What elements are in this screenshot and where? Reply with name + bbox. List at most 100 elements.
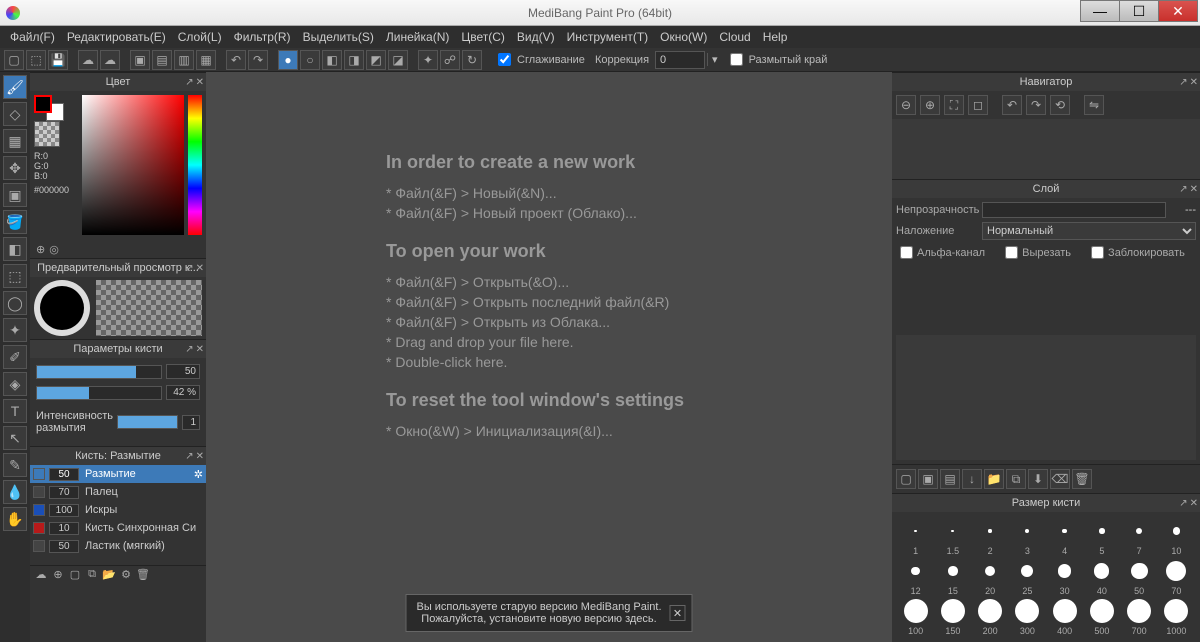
lock-checkbox[interactable]: Заблокировать (1091, 246, 1185, 259)
zoom-out-icon[interactable]: ⊖ (896, 95, 916, 115)
delete-brush-icon[interactable]: 🗑 (136, 568, 150, 582)
magic-wand-tool[interactable]: ✦ (3, 318, 27, 342)
divide-tool[interactable]: ✎ (3, 453, 27, 477)
cloud-sync-icon[interactable]: ☁ (78, 50, 98, 70)
notice-close-icon[interactable]: ✕ (670, 605, 686, 621)
cloud-open-icon[interactable]: ☁ (100, 50, 120, 70)
save-file-icon[interactable]: 💾 (48, 50, 68, 70)
snapping-icon[interactable]: ☍ (440, 50, 460, 70)
color-wheel-icon[interactable]: ⊕ (36, 243, 45, 256)
blur-intensity-slider[interactable] (117, 415, 178, 429)
transparency-swatch[interactable] (34, 121, 60, 147)
eraser-tool[interactable]: ◇ (3, 102, 27, 126)
new-layer-icon[interactable]: ▢ (896, 469, 916, 489)
brush-size-cell[interactable]: 25 (1010, 558, 1045, 596)
opacity-value[interactable]: 42 % (166, 385, 200, 400)
menu-item[interactable]: Линейка(N) (380, 28, 455, 46)
popout-icon[interactable]: ↗ (185, 344, 193, 355)
brush-size-cell[interactable]: 2 (973, 518, 1008, 556)
alpha-protect-checkbox[interactable]: Альфа-канал (900, 246, 985, 259)
menu-item[interactable]: Файл(F) (4, 28, 61, 46)
brush-size-cell[interactable]: 5 (1084, 518, 1119, 556)
popout-icon[interactable]: ↗ (1179, 77, 1187, 88)
rotate-cw-icon[interactable]: ↷ (1026, 95, 1046, 115)
move-tool[interactable]: ✥ (3, 156, 27, 180)
undo-icon[interactable]: ↶ (226, 50, 246, 70)
grid-icon[interactable]: ◧ (322, 50, 342, 70)
opacity-slider[interactable] (36, 386, 162, 400)
redo-icon[interactable]: ↷ (248, 50, 268, 70)
close-icon[interactable]: ✕ (1190, 184, 1198, 195)
menu-item[interactable]: Редактировать(E) (61, 28, 172, 46)
canvas-area[interactable]: In order to create a new work * Файл(&F)… (206, 72, 892, 642)
brush-size-cell[interactable]: 40 (1084, 558, 1119, 596)
close-icon[interactable]: ✕ (196, 344, 204, 355)
brush-size-cell[interactable]: 7 (1122, 518, 1157, 556)
hand-tool[interactable]: ✋ (3, 507, 27, 531)
correction-dropdown-icon[interactable]: ▾ (707, 53, 722, 66)
mesh-icon[interactable]: ◨ (344, 50, 364, 70)
menu-item[interactable]: Инструмент(T) (561, 28, 655, 46)
duplicate-brush-icon[interactable]: ⧉ (85, 568, 99, 582)
open-file-icon[interactable]: ⬚ (26, 50, 46, 70)
brush-size-cell[interactable]: 10 (1159, 518, 1194, 556)
size-value[interactable]: 50 (166, 364, 200, 379)
menu-item[interactable]: Цвет(C) (455, 28, 511, 46)
delete-layer-icon[interactable]: 🗑 (1072, 469, 1092, 489)
brush-size-cell[interactable]: 100 (898, 598, 933, 636)
menu-item[interactable]: Выделить(S) (297, 28, 380, 46)
pressure-icon[interactable]: ✦ (418, 50, 438, 70)
color-swatches[interactable] (34, 95, 66, 117)
brush-size-cell[interactable]: 30 (1047, 558, 1082, 596)
new-layer-8bit-icon[interactable]: ▣ (918, 469, 938, 489)
brush-size-cell[interactable]: 300 (1010, 598, 1045, 636)
brush-size-cell[interactable]: 12 (898, 558, 933, 596)
menu-item[interactable]: Фильтр(R) (228, 28, 297, 46)
clip-checkbox[interactable]: Вырезать (1005, 246, 1071, 259)
sv-picker[interactable] (82, 95, 184, 235)
dot-tool[interactable]: ▦ (3, 129, 27, 153)
rotate-ccw-icon[interactable]: ↶ (1002, 95, 1022, 115)
antialias-icon[interactable]: ● (278, 50, 298, 70)
navigator-preview[interactable] (892, 119, 1200, 179)
close-icon[interactable]: ✕ (196, 263, 204, 274)
text-tool[interactable]: T (3, 399, 27, 423)
select-lasso-tool[interactable]: ◯ (3, 291, 27, 315)
brush-size-cell[interactable]: 1 (898, 518, 933, 556)
ruler-icon[interactable]: ◪ (388, 50, 408, 70)
brush-tool[interactable]: 🖌 (3, 75, 27, 99)
cloud-brush-icon[interactable]: ☁ (34, 568, 48, 582)
correction-input[interactable] (655, 51, 705, 69)
brush-list-item[interactable]: 100Искры (30, 501, 206, 519)
layer-blend-select[interactable]: Нормальный (982, 222, 1196, 240)
close-icon[interactable]: ✕ (196, 451, 204, 462)
minimize-button[interactable]: — (1080, 0, 1120, 22)
team-icon[interactable]: ▥ (174, 50, 194, 70)
size-slider[interactable] (36, 365, 162, 379)
actual-size-icon[interactable]: ◻ (968, 95, 988, 115)
brush-list-item[interactable]: 70Палец (30, 483, 206, 501)
brush-size-cell[interactable]: 50 (1122, 558, 1157, 596)
brush-size-cell[interactable]: 3 (1010, 518, 1045, 556)
brush-size-cell[interactable]: 15 (935, 558, 970, 596)
maximize-button[interactable]: ☐ (1119, 0, 1159, 22)
new-folder-icon[interactable]: 📁 (984, 469, 1004, 489)
close-button[interactable]: ✕ (1158, 0, 1198, 22)
fill-tool[interactable]: ▣ (3, 183, 27, 207)
brush-list-item[interactable]: 50Размытие✲ (30, 465, 206, 483)
hue-slider[interactable] (188, 95, 202, 235)
clear-layer-icon[interactable]: ⌫ (1050, 469, 1070, 489)
submit-icon[interactable]: ▣ (130, 50, 150, 70)
brush-size-cell[interactable]: 20 (973, 558, 1008, 596)
comic-icon[interactable]: ▤ (152, 50, 172, 70)
smoothing-checkbox[interactable] (498, 53, 511, 66)
materials-icon[interactable]: ▦ (196, 50, 216, 70)
brush-size-cell[interactable]: 700 (1122, 598, 1157, 636)
eyedropper-tool[interactable]: 💧 (3, 480, 27, 504)
brush-list-item[interactable]: 50Ластик (мягкий) (30, 537, 206, 555)
brush-settings-icon[interactable]: ⚙ (119, 568, 133, 582)
brush-size-cell[interactable]: 4 (1047, 518, 1082, 556)
menu-item[interactable]: Cloud (713, 28, 756, 46)
close-icon[interactable]: ✕ (1190, 77, 1198, 88)
brush-size-cell[interactable]: 1000 (1159, 598, 1194, 636)
